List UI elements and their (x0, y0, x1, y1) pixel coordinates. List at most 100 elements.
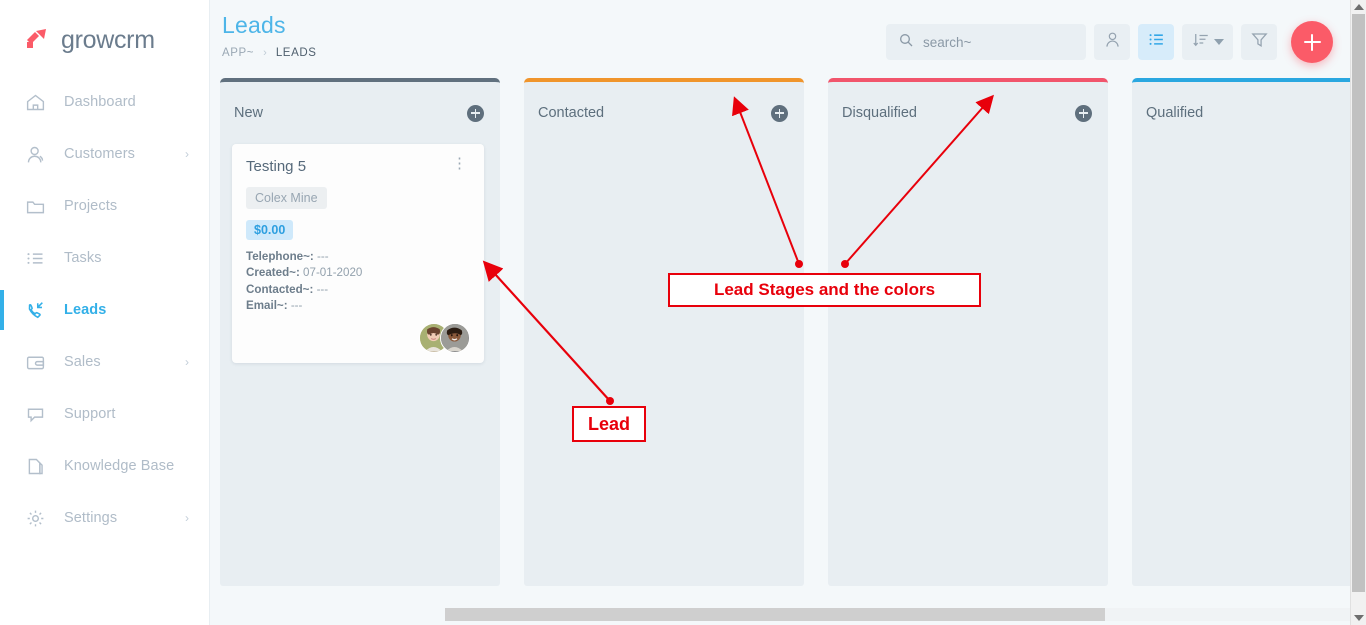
brand[interactable]: growcrm (0, 0, 209, 62)
sidebar-item-knowledge-base[interactable]: Knowledge Base (0, 440, 209, 492)
sidebar-item-dashboard[interactable]: Dashboard (0, 76, 209, 128)
sidebar-item-support[interactable]: Support (0, 388, 209, 440)
meta-row: Contacted~: --- (246, 282, 470, 298)
list-icon (22, 248, 48, 269)
meta-value: --- (317, 283, 329, 296)
breadcrumb-root[interactable]: APP~ (222, 47, 254, 59)
scroll-up-arrow-icon[interactable] (1354, 4, 1364, 10)
column-header: Disqualified (828, 82, 1108, 144)
meta-key: Email~: (246, 299, 288, 312)
gear-icon (22, 508, 48, 529)
sidebar-item-customers[interactable]: Customers › (0, 128, 209, 180)
column-header: Contacted (524, 82, 804, 144)
sidebar-item-label: Projects (64, 198, 117, 214)
lead-card-header: Testing 5 ⋮ (246, 158, 470, 175)
lead-card-price: $0.00 (246, 220, 293, 240)
brand-name: growcrm (61, 26, 155, 55)
meta-key: Created~: (246, 266, 300, 279)
kanban-column-disqualified: Disqualified (828, 78, 1108, 586)
kanban-column-new: New Testing 5 ⋮ Colex Mine $0.00 Telep (220, 78, 500, 586)
column-header: New (220, 82, 500, 144)
sidebar-item-settings[interactable]: Settings › (0, 492, 209, 544)
sidebar-nav: Dashboard Customers › Projects (0, 76, 209, 544)
home-icon (22, 92, 48, 113)
chevron-right-icon: › (185, 355, 189, 369)
horizontal-scrollbar-thumb[interactable] (445, 608, 1105, 621)
wallet-icon (22, 352, 48, 373)
sidebar-item-label: Support (64, 406, 116, 422)
horizontal-scrollbar[interactable] (445, 608, 1366, 621)
chevron-right-icon: › (185, 511, 189, 525)
sidebar-item-label: Sales (64, 354, 101, 370)
vertical-scrollbar[interactable] (1350, 0, 1366, 625)
column-title: Disqualified (842, 105, 1075, 121)
annotation-lead: Lead (572, 406, 646, 442)
funnel-icon (1250, 30, 1269, 54)
plus-circle-icon[interactable] (771, 105, 788, 122)
assignee-filter-button[interactable] (1094, 24, 1130, 60)
column-title: New (234, 105, 467, 121)
sidebar-item-projects[interactable]: Projects (0, 180, 209, 232)
search-icon (898, 32, 914, 53)
search-input[interactable] (923, 35, 1063, 50)
meta-value: 07-01-2020 (303, 266, 362, 279)
meta-key: Contacted~: (246, 283, 313, 296)
plus-circle-icon[interactable] (1075, 105, 1092, 122)
folder-icon (22, 196, 48, 217)
kebab-menu-icon[interactable]: ⋮ (449, 158, 470, 170)
meta-value: --- (317, 250, 329, 263)
main-content: Leads APP~ › LEADS (210, 0, 1366, 625)
lead-card-title: Testing 5 (246, 158, 449, 175)
meta-value: --- (291, 299, 303, 312)
search-box[interactable] (886, 24, 1086, 60)
growcrm-logo-icon (22, 25, 52, 55)
topbar: Leads APP~ › LEADS (210, 0, 1366, 78)
meta-row: Created~: 07-01-2020 (246, 265, 470, 281)
user-icon (1103, 30, 1122, 54)
scroll-down-arrow-icon[interactable] (1354, 615, 1364, 621)
vertical-scrollbar-thumb[interactable] (1352, 14, 1365, 592)
column-body: Testing 5 ⋮ Colex Mine $0.00 Telephone~:… (220, 144, 500, 363)
sidebar-item-label: Knowledge Base (64, 458, 174, 474)
phone-incoming-icon (22, 299, 48, 321)
column-header: Qualified (1132, 82, 1366, 144)
chevron-right-icon: › (263, 47, 267, 59)
sidebar-item-label: Customers (64, 146, 135, 162)
add-lead-button[interactable] (1291, 21, 1333, 63)
lead-card[interactable]: Testing 5 ⋮ Colex Mine $0.00 Telephone~:… (232, 144, 484, 363)
kanban-column-qualified: Qualified (1132, 78, 1366, 586)
sidebar-item-sales[interactable]: Sales › (0, 336, 209, 388)
sidebar-item-label: Dashboard (64, 94, 136, 110)
plus-circle-icon[interactable] (467, 105, 484, 122)
list-view-icon (1147, 30, 1166, 54)
chat-icon (22, 404, 48, 425)
meta-key: Telephone~: (246, 250, 314, 263)
sort-icon (1192, 31, 1210, 54)
meta-row: Email~: --- (246, 298, 470, 314)
lead-card-avatars (246, 321, 470, 355)
chevron-right-icon: › (185, 147, 189, 161)
lead-card-tag: Colex Mine (246, 187, 327, 209)
breadcrumb-current: LEADS (276, 47, 317, 59)
kanban-board: New Testing 5 ⋮ Colex Mine $0.00 Telep (220, 78, 1366, 603)
sidebar-item-label: Settings (64, 510, 117, 526)
chevron-down-icon (1214, 39, 1224, 45)
toolbar (886, 21, 1333, 63)
users-icon (22, 144, 48, 165)
column-title: Contacted (538, 105, 771, 121)
sidebar-item-tasks[interactable]: Tasks (0, 232, 209, 284)
app-root: growcrm Dashboard Customers › (0, 0, 1366, 625)
sort-button[interactable] (1182, 24, 1233, 60)
documents-icon (22, 456, 48, 477)
sidebar-item-label: Tasks (64, 250, 102, 266)
sidebar: growcrm Dashboard Customers › (0, 0, 210, 625)
meta-row: Telephone~: --- (246, 249, 470, 265)
column-title: Qualified (1146, 105, 1366, 121)
lead-card-meta: Telephone~: --- Created~: 07-01-2020 Con… (246, 249, 470, 315)
avatar-assignee-2[interactable] (440, 323, 470, 353)
sidebar-item-leads[interactable]: Leads (0, 284, 209, 336)
sidebar-item-label: Leads (64, 302, 106, 318)
list-view-button[interactable] (1138, 24, 1174, 60)
kanban-column-contacted: Contacted (524, 78, 804, 586)
filter-button[interactable] (1241, 24, 1277, 60)
